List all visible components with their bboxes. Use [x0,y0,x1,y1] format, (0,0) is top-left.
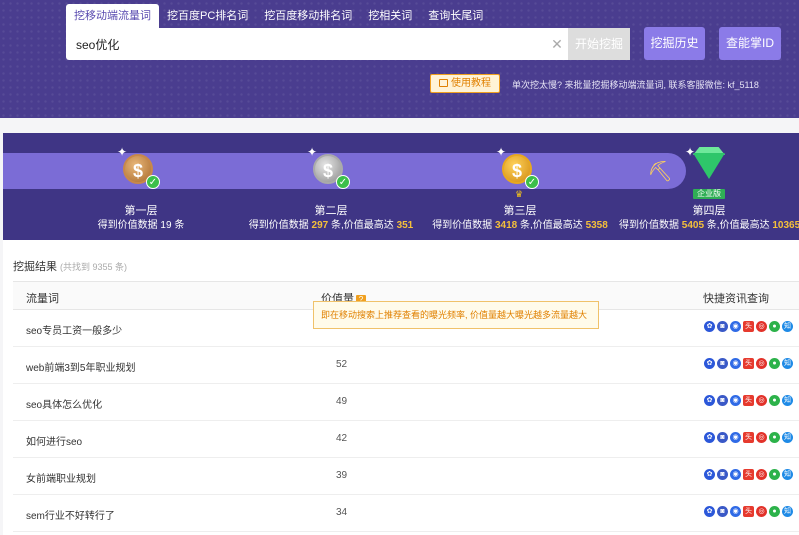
zhihu-icon[interactable]: 知 [782,469,793,480]
toutiao-icon[interactable]: 头 [743,358,754,369]
level-desc: 得到价值数据 3418 条,价值最高达 5358 [432,220,608,231]
quick-links: ✿ ◙ ◉ 头 ◎ ● 知 [704,395,793,406]
zhihu-icon[interactable]: 知 [782,395,793,406]
zhihu-icon[interactable]: 知 [782,506,793,517]
weibo-icon[interactable]: ◎ [756,432,767,443]
zhidao-icon[interactable]: ◉ [730,321,741,332]
results-count: (共找到 9355 条) [60,262,128,272]
tab-related-words[interactable]: 挖相关词 [360,4,420,28]
mobile-search-icon[interactable]: ◙ [717,395,728,406]
toutiao-icon[interactable]: 头 [743,469,754,480]
table-row: sem行业不好转行了 34 ✿ ◙ ◉ 头 ◎ ● 知 [13,495,799,532]
table-row: 如何进行seo 42 ✿ ◙ ◉ 头 ◎ ● 知 [13,421,799,458]
zhidao-icon[interactable]: ◉ [730,358,741,369]
zhihu-icon[interactable]: 知 [782,358,793,369]
mobile-search-icon[interactable]: ◙ [717,432,728,443]
wechat-icon[interactable]: ● [769,358,780,369]
paw-icon[interactable]: ✿ [704,432,715,443]
zhidao-icon[interactable]: ◉ [730,432,741,443]
value-cell: 42 [336,433,348,444]
keyword-cell[interactable]: web前端3到5年职业规划 [26,359,135,374]
wechat-icon[interactable]: ● [769,395,780,406]
keyword-cell[interactable]: seo具体怎么优化 [26,396,102,411]
tutorial-icon [439,79,448,87]
bronze-coin-icon: ✦ $ ✓ [117,145,161,191]
mobile-search-icon[interactable]: ◙ [717,506,728,517]
level-desc: 得到价值数据 5405 条,价值最高达 10365 [619,220,799,231]
wechat-icon[interactable]: ● [769,506,780,517]
weibo-icon[interactable]: ◎ [756,395,767,406]
search-input[interactable] [66,29,546,59]
search-box: ✕ [66,28,568,60]
clear-icon[interactable]: ✕ [546,36,568,53]
quick-links: ✿ ◙ ◉ 头 ◎ ● 知 [704,469,793,480]
level-desc: 得到价值数据 19 条 [97,220,185,231]
wechat-icon[interactable]: ● [769,321,780,332]
keyword-cell[interactable]: sem行业不好转行了 [26,507,115,522]
weibo-icon[interactable]: ◎ [756,358,767,369]
column-keyword: 流量词 [26,293,59,305]
keyword-cell[interactable]: 女前端职业规划 [26,470,96,485]
toutiao-icon[interactable]: 头 [743,395,754,406]
mining-history-button[interactable]: 挖掘历史 [644,27,705,60]
value-cell: 39 [336,470,348,481]
toutiao-icon[interactable]: 头 [743,506,754,517]
tab-long-tail-query[interactable]: 查询长尾词 [420,4,491,28]
keyword-cell[interactable]: 如何进行seo [26,433,82,448]
silver-coin-icon: ✦ $ ✓ [307,145,351,191]
crown-icon: ♛ [515,189,524,199]
quick-links: ✿ ◙ ◉ 头 ◎ ● 知 [704,432,793,443]
level-desc: 得到价值数据 297 条,价值最高达 351 [248,220,414,231]
zhidao-icon[interactable]: ◉ [730,395,741,406]
table-row: 女前端职业规划 39 ✿ ◙ ◉ 头 ◎ ● 知 [13,458,799,495]
paw-icon[interactable]: ✿ [704,358,715,369]
table-row: web前端3到5年职业规划 52 ✿ ◙ ◉ 头 ◎ ● 知 [13,347,799,384]
tutorial-button[interactable]: 使用教程 [430,74,500,93]
mobile-search-icon[interactable]: ◙ [717,358,728,369]
zhihu-icon[interactable]: 知 [782,321,793,332]
start-mining-button[interactable]: 开始挖掘 [568,28,630,60]
toutiao-icon[interactable]: 头 [743,321,754,332]
zhidao-icon[interactable]: ◉ [730,506,741,517]
wechat-icon[interactable]: ● [769,432,780,443]
paw-icon[interactable]: ✿ [704,321,715,332]
paw-icon[interactable]: ✿ [704,506,715,517]
query-id-button[interactable]: 查能掌ID [719,27,781,60]
notice-text: 单次挖太慢? 来批量挖掘移动端流量词, 联系客服微信: kf_5118 [512,80,759,90]
mobile-search-icon[interactable]: ◙ [717,469,728,480]
value-cell: 34 [336,507,348,518]
diamond-icon: ✦ [685,145,729,191]
wechat-icon[interactable]: ● [769,469,780,480]
results-title: 挖掘结果 (共找到 9355 条) [13,261,128,273]
value-cell: 49 [336,396,348,407]
quick-links: ✿ ◙ ◉ 头 ◎ ● 知 [704,358,793,369]
tab-baidu-pc-rank-words[interactable]: 挖百度PC排名词 [159,4,256,28]
main-card: ✦ $ ✓ 第一层 得到价值数据 19 条 ✦ $ ✓ 第二层 得到价值数据 297 条… [3,133,799,535]
gold-coin-icon: ✦ $ ✓ [496,145,540,191]
tab-mobile-traffic-words[interactable]: 挖移动端流量词 [66,4,159,28]
zhihu-icon[interactable]: 知 [782,432,793,443]
weibo-icon[interactable]: ◎ [756,506,767,517]
mobile-search-icon[interactable]: ◙ [717,321,728,332]
tab-baidu-mobile-rank-words[interactable]: 挖百度移动排名词 [256,4,360,28]
weibo-icon[interactable]: ◎ [756,321,767,332]
quick-links: ✿ ◙ ◉ 头 ◎ ● 知 [704,321,793,332]
paw-icon[interactable]: ✿ [704,395,715,406]
value-cell: 52 [336,359,348,370]
toutiao-icon[interactable]: 头 [743,432,754,443]
miner-icon: ⛏ [647,161,673,183]
weibo-icon[interactable]: ◎ [756,469,767,480]
paw-icon[interactable]: ✿ [704,469,715,480]
column-quick-links: 快捷资讯查询 [703,293,769,305]
quick-links: ✿ ◙ ◉ 头 ◎ ● 知 [704,506,793,517]
table-row: seo具体怎么优化 49 ✿ ◙ ◉ 头 ◎ ● 知 [13,384,799,421]
tutorial-label: 使用教程 [451,78,491,89]
value-tooltip: 即在移动搜索上推荐查看的曝光频率, 价值量越大曝光越多流量越大 [313,301,599,329]
tab-bar: 挖移动端流量词 挖百度PC排名词 挖百度移动排名词 挖相关词 查询长尾词 [66,4,491,28]
zhidao-icon[interactable]: ◉ [730,469,741,480]
enterprise-badge: 企业版 [693,189,725,199]
header: 挖移动端流量词 挖百度PC排名词 挖百度移动排名词 挖相关词 查询长尾词 ✕ 开… [0,0,799,118]
keyword-cell[interactable]: seo专员工资一般多少 [26,322,122,337]
levels-band: ✦ $ ✓ 第一层 得到价值数据 19 条 ✦ $ ✓ 第二层 得到价值数据 297 条… [3,133,799,240]
